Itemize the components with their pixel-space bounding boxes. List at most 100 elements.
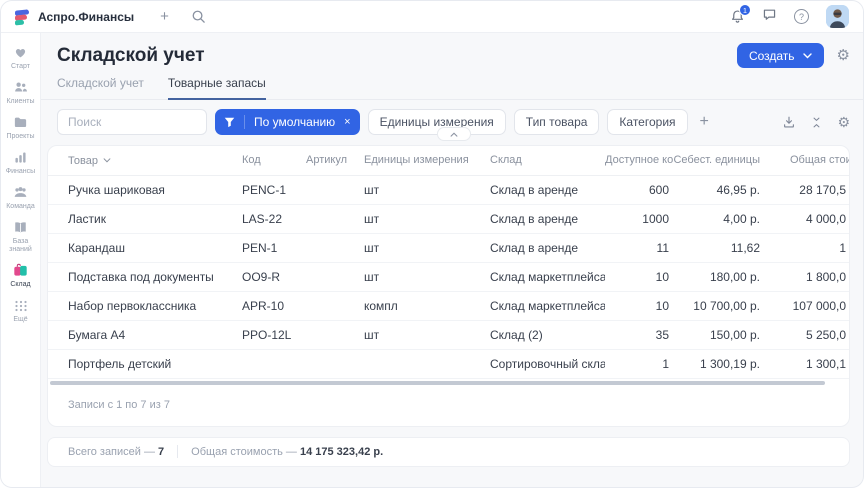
cell-product: Подставка под документы	[48, 262, 242, 291]
cell-unit: шт	[364, 233, 490, 262]
cell-unit-cost: 46,95 р.	[673, 175, 764, 204]
table-row[interactable]: Ручка шариковая PENC-1 шт Склад в аренде…	[48, 175, 849, 204]
finance-icon	[13, 150, 28, 165]
quick-add-button[interactable]: +	[160, 9, 169, 24]
column-header-available-qty[interactable]: Доступное кол-во	[605, 146, 673, 175]
cell-article	[306, 320, 364, 349]
cell-code: PEN-1	[242, 233, 306, 262]
table-settings-gear-icon[interactable]: ⚙	[837, 115, 850, 129]
column-header-total-cost[interactable]: Общая стоимость	[764, 146, 849, 175]
column-header-code[interactable]: Код	[242, 146, 306, 175]
tab-goods-stock[interactable]: Товарные запасы	[168, 76, 266, 100]
cell-total: 1 800,0	[764, 262, 849, 291]
sort-chevron-icon	[103, 154, 111, 166]
collapse-rows-icon[interactable]	[810, 116, 823, 129]
table-row[interactable]: Портфель детский Сортировочный склад 1 1…	[48, 349, 849, 378]
horizontal-scrollbar-thumb[interactable]	[50, 381, 825, 385]
cell-qty: 1	[605, 349, 673, 378]
cell-code: PPO-12L	[242, 320, 306, 349]
cell-warehouse: Склад в аренде	[490, 204, 605, 233]
summary-bar: Всего записей — 7 Общая стоимость — 14 1…	[47, 437, 850, 467]
sidebar-item-team[interactable]: Команда	[1, 185, 41, 211]
sidebar-item-label: База знаний	[1, 238, 41, 254]
cell-unit: шт	[364, 175, 490, 204]
table-row[interactable]: Подставка под документы OO9-R шт Склад м…	[48, 262, 849, 291]
cell-warehouse: Склад (2)	[490, 320, 605, 349]
cell-article	[306, 204, 364, 233]
topbar-right: 1 ?	[730, 5, 849, 28]
cell-code: LAS-22	[242, 204, 306, 233]
sidebar-item-knowledge-base[interactable]: База знаний	[1, 220, 41, 254]
export-download-icon[interactable]	[782, 115, 796, 129]
filter-chip-product-type[interactable]: Тип товара	[514, 109, 600, 135]
sidebar-item-finance[interactable]: Финансы	[1, 150, 41, 176]
sidebar-item-more[interactable]: Ещё	[1, 298, 41, 324]
tabs-bar: Складской учет Товарные запасы	[41, 76, 863, 100]
collapse-filters-pill[interactable]	[437, 127, 471, 141]
cell-warehouse: Склад маркетплейса	[490, 291, 605, 320]
cell-article	[306, 262, 364, 291]
add-filter-button[interactable]: +	[700, 114, 709, 130]
cell-total: 4 000,0	[764, 204, 849, 233]
cell-unit-cost: 4,00 р.	[673, 204, 764, 233]
total-cost-label: Общая стоимость —	[191, 446, 297, 458]
column-header-product[interactable]: Товар	[48, 146, 242, 175]
cell-unit-cost: 180,00 р.	[673, 262, 764, 291]
sidebar-item-label: Старт	[11, 63, 30, 71]
cell-product: Портфель детский	[48, 349, 242, 378]
sidebar-item-label: Ещё	[13, 316, 27, 324]
cell-qty: 10	[605, 291, 673, 320]
chevron-down-icon	[803, 53, 812, 59]
search-icon[interactable]	[191, 9, 206, 24]
filter-chip-category[interactable]: Категория	[607, 109, 687, 135]
cell-code: OO9-R	[242, 262, 306, 291]
cell-product: Бумага А4	[48, 320, 242, 349]
table-row[interactable]: Бумага А4 PPO-12L шт Склад (2) 35 150,00…	[48, 320, 849, 349]
sidebar-item-projects[interactable]: Проекты	[1, 115, 41, 141]
cell-code: PENC-1	[242, 175, 306, 204]
tab-warehouse-accounting[interactable]: Складской учет	[57, 76, 144, 99]
column-header-article[interactable]: Артикул	[306, 146, 364, 175]
sidebar-item-clients[interactable]: Клиенты	[1, 80, 41, 106]
clear-filter-icon[interactable]: ×	[343, 116, 359, 128]
user-avatar[interactable]	[826, 5, 849, 28]
column-header-units[interactable]: Единицы измерения	[364, 146, 490, 175]
cell-total: 28 170,5	[764, 175, 849, 204]
column-header-unit-cost[interactable]: Себест. единицы	[673, 146, 764, 175]
cell-product: Ручка шариковая	[48, 175, 242, 204]
inventory-table-card: Товар Код Артикул Единицы измерения Скла…	[47, 145, 850, 427]
main-content: Складской учет Создать ⚙ Складской учет …	[41, 33, 863, 488]
table-row[interactable]: Ластик LAS-22 шт Склад в аренде 1000 4,0…	[48, 204, 849, 233]
sidebar-item-label: Финансы	[6, 168, 35, 176]
cell-product: Набор первоклассника	[48, 291, 242, 320]
sidebar: Старт Клиенты Проекты Финансы Команда Ба…	[1, 33, 41, 488]
cell-article	[306, 291, 364, 320]
team-icon	[13, 185, 28, 200]
clients-icon	[13, 80, 28, 95]
cell-unit: компл	[364, 291, 490, 320]
cell-unit-cost: 150,00 р.	[673, 320, 764, 349]
cell-unit-cost: 11,62	[673, 233, 764, 262]
create-button[interactable]: Создать	[737, 43, 824, 68]
table-row[interactable]: Набор первоклассника APR-10 компл Склад …	[48, 291, 849, 320]
cell-unit	[364, 349, 490, 378]
table-header-row: Товар Код Артикул Единицы измерения Скла…	[48, 146, 849, 175]
cell-product: Ластик	[48, 204, 242, 233]
sidebar-item-warehouse[interactable]: Склад	[1, 263, 41, 289]
active-filter-chip[interactable]: По умолчанию ×	[215, 109, 360, 135]
chat-icon[interactable]	[762, 7, 777, 27]
inventory-table: Товар Код Артикул Единицы измерения Скла…	[48, 146, 849, 379]
sidebar-item-label: Проекты	[6, 133, 34, 141]
cell-warehouse: Склад в аренде	[490, 175, 605, 204]
page-settings-gear-icon[interactable]: ⚙	[837, 48, 850, 63]
notifications-bell-icon[interactable]: 1	[730, 9, 745, 24]
cell-code	[242, 349, 306, 378]
cell-warehouse: Сортировочный склад	[490, 349, 605, 378]
cell-warehouse: Склад в аренде	[490, 233, 605, 262]
column-header-warehouse[interactable]: Склад	[490, 146, 605, 175]
sidebar-item-start[interactable]: Старт	[1, 45, 41, 71]
search-input[interactable]	[57, 109, 207, 135]
help-icon[interactable]: ?	[794, 9, 809, 24]
cell-unit: шт	[364, 262, 490, 291]
table-row[interactable]: Карандаш PEN-1 шт Склад в аренде 11 11,6…	[48, 233, 849, 262]
